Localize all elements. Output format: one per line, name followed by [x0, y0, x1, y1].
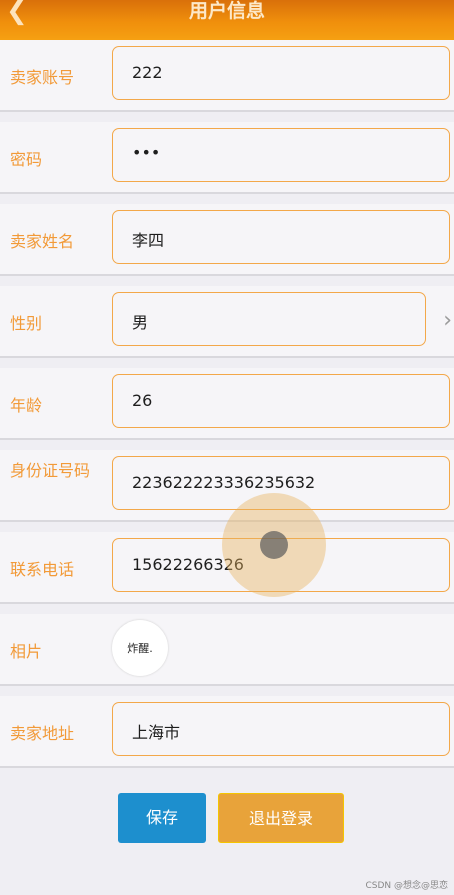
id-number-value: 223622223336235632 [132, 473, 316, 492]
row-seller-name: 卖家姓名 李四 [0, 204, 454, 276]
gender-value: 男 [132, 313, 149, 332]
seller-account-label: 卖家账号 [10, 68, 75, 87]
password-value: ••• [132, 143, 161, 162]
age-label: 年龄 [10, 396, 43, 415]
seller-address-input[interactable]: 上海市 [112, 702, 450, 756]
age-value: 26 [132, 391, 153, 410]
seller-name-input[interactable]: 李四 [112, 210, 450, 264]
seller-address-label: 卖家地址 [10, 724, 75, 743]
age-input[interactable]: 26 [112, 374, 450, 428]
touch-point [260, 531, 288, 559]
row-id-number: 身份证号码 223622223336235632 [0, 450, 454, 522]
seller-address-value: 上海市 [132, 723, 181, 742]
row-photo: 相片 炸醒. [0, 614, 454, 686]
gender-label: 性别 [10, 314, 43, 333]
chevron-right-icon[interactable]: › [443, 308, 452, 333]
seller-account-value: 222 [132, 63, 163, 82]
save-button[interactable]: 保存 [118, 793, 206, 843]
header-bar: ❮ 用户信息 [0, 0, 454, 40]
row-seller-address: 卖家地址 上海市 [0, 696, 454, 768]
row-seller-account: 卖家账号 222 [0, 40, 454, 112]
password-input[interactable]: ••• [112, 128, 450, 182]
page-title: 用户信息 [188, 0, 265, 22]
watermark: CSDN @想念@思恋 [365, 881, 448, 891]
phone-label: 联系电话 [10, 560, 75, 579]
password-label: 密码 [10, 150, 43, 169]
photo-label: 相片 [10, 642, 43, 661]
id-number-label: 身份证号码 [10, 461, 91, 480]
seller-account-input[interactable]: 222 [112, 46, 450, 100]
seller-name-value: 李四 [132, 231, 165, 250]
row-password: 密码 ••• [0, 122, 454, 194]
seller-name-label: 卖家姓名 [10, 232, 75, 251]
avatar[interactable]: 炸醒. [112, 620, 168, 676]
logout-button[interactable]: 退出登录 [218, 793, 344, 843]
row-gender: 性别 男 › [0, 286, 454, 358]
gender-select[interactable]: 男 [112, 292, 426, 346]
touch-indicator [222, 493, 326, 597]
row-age: 年龄 26 [0, 368, 454, 440]
avatar-signature: 炸醒. [127, 642, 153, 655]
